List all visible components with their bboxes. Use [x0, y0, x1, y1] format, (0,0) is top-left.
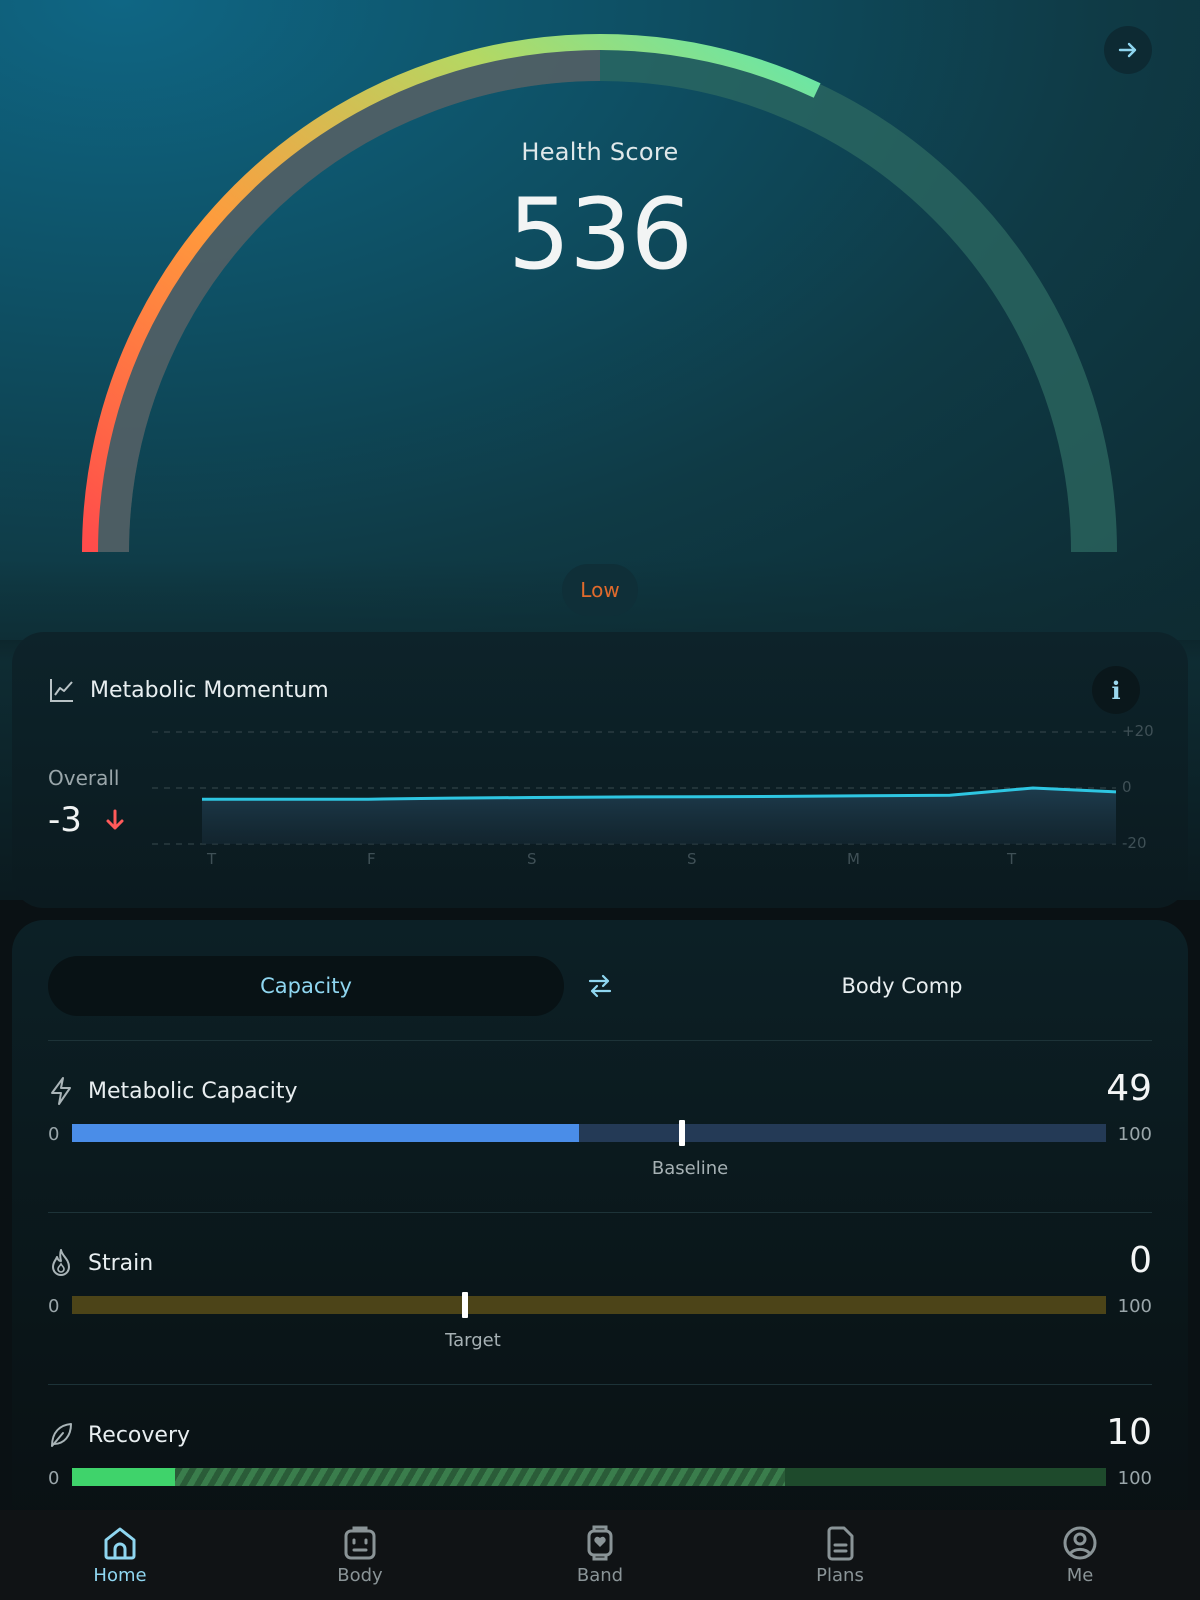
nav-label: Home — [93, 1564, 147, 1586]
metric-metabolic-capacity[interactable]: Metabolic Capacity 49 0 100 Baseline — [48, 1068, 1152, 1186]
progress-fill — [72, 1124, 579, 1142]
metric-recovery[interactable]: Recovery 10 0 100 — [48, 1412, 1152, 1510]
scale-max: 100 — [1117, 1468, 1152, 1489]
flame-icon — [52, 1249, 70, 1276]
y-tick-label: 0 — [1122, 778, 1132, 796]
metric-head: Recovery — [48, 1420, 190, 1450]
nav-band[interactable]: Band — [480, 1525, 720, 1586]
nav-body[interactable]: Body — [240, 1525, 480, 1586]
nav-label: Band — [576, 1564, 624, 1586]
tab-capacity[interactable]: Capacity — [48, 956, 564, 1016]
metric-value: 0 — [1129, 1240, 1152, 1281]
profile-icon — [1063, 1526, 1097, 1559]
metric-name: Metabolic Capacity — [88, 1078, 298, 1104]
metric-name: Recovery — [88, 1422, 191, 1448]
nav-me[interactable]: Me — [960, 1525, 1200, 1586]
x-tick-label: S — [527, 850, 537, 868]
metric-name: Strain — [88, 1250, 154, 1276]
scale-min: 0 — [48, 1296, 60, 1317]
progress-bar — [72, 1468, 1106, 1486]
nav-home[interactable]: Home — [0, 1525, 240, 1586]
x-tick-label: T — [207, 850, 217, 868]
x-tick-label: T — [1007, 850, 1017, 868]
lightning-icon — [51, 1077, 71, 1105]
scale-max: 100 — [1117, 1296, 1152, 1317]
divider — [48, 1040, 1152, 1041]
band-icon — [587, 1525, 613, 1560]
projected-fill — [72, 1468, 786, 1486]
progress-fill — [72, 1468, 176, 1486]
capacity-toggle: Capacity Body Comp — [48, 956, 1152, 1016]
metric-head: Strain — [48, 1248, 153, 1278]
metric-strain[interactable]: Strain 0 0 100 Target — [48, 1240, 1152, 1358]
tab-body-comp[interactable]: Body Comp — [652, 956, 1152, 1016]
leaf-icon — [51, 1423, 72, 1447]
y-tick-label: +20 — [1122, 722, 1154, 740]
x-tick-label: S — [687, 850, 697, 868]
momentum-chart — [152, 731, 1117, 845]
x-tick-label: M — [847, 850, 860, 868]
nav-label: Plans — [816, 1564, 864, 1586]
nav-label: Body — [337, 1564, 383, 1586]
y-tick-label: -20 — [1122, 834, 1147, 852]
baseline-marker — [679, 1120, 686, 1146]
bottom-nav: Home Body Band Plans Me — [0, 1510, 1200, 1600]
progress-bar — [72, 1292, 1106, 1318]
swap-icon[interactable] — [586, 972, 614, 1000]
scale-min: 0 — [48, 1124, 60, 1145]
target-label: Target — [445, 1330, 501, 1351]
x-tick-label: F — [367, 850, 376, 868]
body-icon — [344, 1526, 376, 1559]
metric-head: Metabolic Capacity — [48, 1076, 298, 1106]
nav-label: Me — [1066, 1564, 1094, 1586]
scale-max: 100 — [1117, 1124, 1152, 1145]
target-marker — [461, 1292, 468, 1318]
divider — [48, 1212, 1152, 1213]
plans-icon — [827, 1526, 854, 1560]
nav-plans[interactable]: Plans — [720, 1525, 960, 1586]
metric-value: 10 — [1106, 1412, 1152, 1453]
progress-bar — [72, 1120, 1106, 1146]
baseline-label: Baseline — [651, 1158, 729, 1179]
metric-value: 49 — [1106, 1068, 1152, 1109]
divider — [48, 1384, 1152, 1385]
home-icon — [104, 1527, 136, 1559]
scale-min: 0 — [48, 1468, 60, 1489]
